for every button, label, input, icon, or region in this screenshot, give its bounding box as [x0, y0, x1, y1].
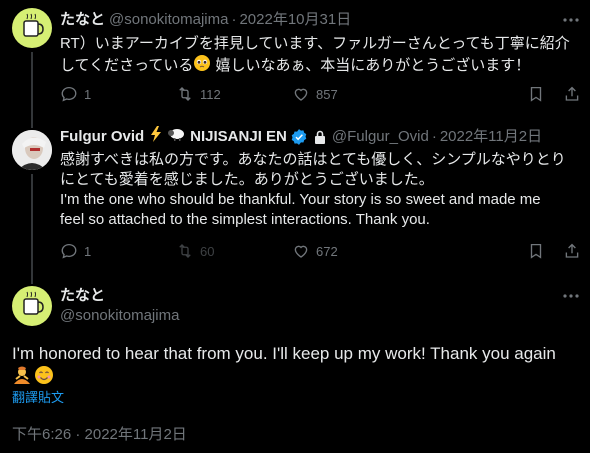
reply-count: 1 — [84, 86, 92, 102]
tweet-text-line: I'm honored to hear that from you. I'll … — [12, 344, 556, 363]
lightning-icon — [148, 125, 164, 149]
separator-dot: · — [231, 11, 237, 28]
retweet-count: 60 — [200, 243, 215, 259]
reply-button[interactable]: 1 — [60, 85, 91, 103]
tweet-2[interactable]: Fulgur Ovid NIJISANJI EN @Fulgur_Ovid · … — [0, 120, 590, 266]
share-icon — [565, 243, 579, 258]
thread-line — [31, 52, 33, 120]
bookmark-button[interactable] — [527, 85, 545, 103]
like-button[interactable]: 857 — [292, 85, 338, 103]
display-name[interactable]: たなと — [60, 286, 105, 306]
tweet-text: 感謝すべきは私の方です。あなたの話はとても優しく、シンプルなやりとり にとても愛… — [60, 150, 585, 230]
tweet-date[interactable]: 2022年11月2日 — [440, 127, 542, 147]
tweet-timestamp[interactable]: 下午6:26 · 2022年11月2日 — [12, 425, 187, 445]
more-icon[interactable] — [562, 287, 580, 305]
avatar[interactable] — [12, 8, 52, 48]
retweet-icon — [179, 87, 191, 101]
tweet-text: RT）いまアーカイブを拝見しています、ファルガーさんとっても丁寧に紹介 してくだ… — [60, 34, 580, 78]
smiling-face-icon — [34, 365, 54, 392]
share-icon — [565, 86, 579, 101]
like-count: 857 — [316, 86, 338, 102]
reply-icon — [61, 86, 77, 102]
retweet-count: 112 — [200, 86, 221, 102]
lock-icon — [313, 129, 327, 145]
tweet-3: たなと @sonokitomajima I'm honored to hear … — [0, 266, 590, 453]
action-bar: 1 112 857 — [60, 84, 580, 104]
display-name[interactable]: Fulgur Ovid — [60, 127, 144, 147]
tweet-text-line: 感謝すべきは私の方です。あなたの話はとても優しく、シンプルなやりとり — [60, 151, 566, 168]
action-bar: 1 60 672 — [60, 241, 580, 261]
more-icon[interactable] — [562, 11, 580, 29]
user-handle[interactable]: @sonokitomajima — [60, 306, 179, 326]
pleading-face-icon — [193, 54, 211, 78]
handle-row: @sonokitomajima — [60, 306, 179, 326]
thread-line — [31, 266, 33, 284]
tweet-date[interactable]: 2022年10月31日 — [239, 10, 351, 30]
separator-dot: · — [431, 128, 437, 145]
emoji-row — [12, 365, 582, 392]
tweet-text: I'm honored to hear that from you. I'll … — [12, 342, 582, 390]
retweet-button[interactable]: 60 — [176, 242, 214, 260]
tweet-header: Fulgur Ovid NIJISANJI EN @Fulgur_Ovid · … — [60, 125, 542, 149]
share-button[interactable] — [563, 85, 581, 103]
thread-line — [31, 120, 33, 128]
tweet-header: たなと @sonokitomajima · 2022年10月31日 — [60, 10, 351, 30]
retweet-button[interactable]: 112 — [176, 85, 221, 103]
reply-count: 1 — [84, 243, 92, 259]
verified-badge-icon — [290, 128, 308, 146]
like-button[interactable]: 672 — [292, 242, 338, 260]
reply-icon — [61, 243, 77, 259]
reply-button[interactable]: 1 — [60, 242, 91, 260]
tweet-text-line: にとても愛着を感じました。ありがとうございました。 — [60, 171, 434, 188]
bookmark-icon — [530, 243, 542, 259]
tweet-1[interactable]: たなと @sonokitomajima · 2022年10月31日 RT）いまア… — [0, 0, 590, 120]
retweet-icon — [179, 244, 191, 258]
display-name-row: たなと — [60, 286, 105, 306]
person-emoji-icon — [12, 365, 32, 392]
bookmark-icon — [530, 86, 542, 102]
tweet-text-segment: してくださっている — [60, 56, 194, 74]
like-icon — [294, 88, 308, 101]
user-handle[interactable]: @Fulgur_Ovid — [332, 127, 429, 147]
tweet-text-line: してくださっている 嬉しいなあぁ、本当にありがとうございます！ — [60, 54, 580, 78]
bookmark-button[interactable] — [527, 242, 545, 260]
like-icon — [294, 245, 308, 258]
like-count: 672 — [316, 243, 338, 259]
tweet-text-segment: 嬉しいなあぁ、本当にありがとうございます！ — [211, 56, 531, 74]
mug-avatar-icon — [23, 291, 44, 315]
user-handle[interactable]: @sonokitomajima — [109, 10, 228, 30]
share-button[interactable] — [563, 242, 581, 260]
fulgur-avatar-image — [12, 130, 52, 170]
tweet-text-line: feel so attached to the simplest interac… — [60, 211, 430, 228]
avatar[interactable] — [12, 286, 52, 326]
translate-post-link[interactable]: 翻譯貼文 — [12, 390, 64, 406]
thread-line — [31, 174, 33, 266]
mug-avatar-icon — [23, 13, 44, 37]
tweet-text-line: I'm the one who should be thankful. Your… — [60, 191, 541, 208]
sheep-icon — [166, 125, 186, 149]
avatar[interactable] — [12, 130, 52, 170]
tweet-text-line: RT）いまアーカイブを拝見しています、ファルガーさんとっても丁寧に紹介 — [60, 35, 570, 52]
display-name-suffix[interactable]: NIJISANJI EN — [190, 127, 287, 147]
display-name[interactable]: たなと — [60, 10, 105, 30]
